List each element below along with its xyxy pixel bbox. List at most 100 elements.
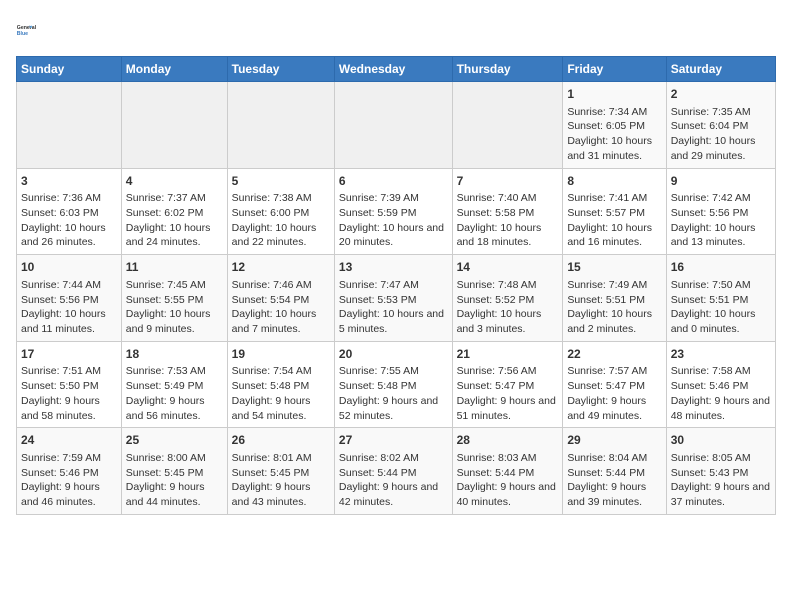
day-info: Daylight: 10 hours and 29 minutes. xyxy=(671,134,771,163)
day-number: 9 xyxy=(671,173,771,190)
day-info: Sunrise: 8:05 AM xyxy=(671,451,771,466)
calendar-cell xyxy=(121,82,227,169)
calendar-cell: 21Sunrise: 7:56 AMSunset: 5:47 PMDayligh… xyxy=(452,341,563,428)
day-info: Daylight: 9 hours and 39 minutes. xyxy=(567,480,661,509)
day-info: Daylight: 9 hours and 44 minutes. xyxy=(126,480,223,509)
day-number: 10 xyxy=(21,259,117,276)
day-number: 17 xyxy=(21,346,117,363)
day-info: Sunset: 6:05 PM xyxy=(567,119,661,134)
day-info: Daylight: 9 hours and 40 minutes. xyxy=(457,480,559,509)
day-info: Sunrise: 7:42 AM xyxy=(671,191,771,206)
day-info: Sunset: 5:48 PM xyxy=(339,379,448,394)
day-info: Daylight: 10 hours and 16 minutes. xyxy=(567,221,661,250)
day-info: Sunrise: 7:37 AM xyxy=(126,191,223,206)
calendar-cell: 25Sunrise: 8:00 AMSunset: 5:45 PMDayligh… xyxy=(121,428,227,515)
day-info: Sunset: 5:56 PM xyxy=(671,206,771,221)
day-number: 20 xyxy=(339,346,448,363)
day-info: Daylight: 9 hours and 43 minutes. xyxy=(232,480,330,509)
day-info: Daylight: 9 hours and 48 minutes. xyxy=(671,394,771,423)
day-info: Sunset: 6:04 PM xyxy=(671,119,771,134)
calendar-cell: 13 Sunrise: 7:47 AMSunset: 5:53 PMDayligh… xyxy=(334,255,452,342)
day-info: Sunrise: 7:50 AM xyxy=(671,278,771,293)
calendar-cell: 20Sunrise: 7:55 AMSunset: 5:48 PMDayligh… xyxy=(334,341,452,428)
calendar-cell: 12 Sunrise: 7:46 AMSunset: 5:54 PMDayligh… xyxy=(227,255,334,342)
day-info: Daylight: 9 hours and 58 minutes. xyxy=(21,394,117,423)
calendar-cell: 16Sunrise: 7:50 AMSunset: 5:51 PMDayligh… xyxy=(666,255,775,342)
day-info: Sunset: 5:47 PM xyxy=(457,379,559,394)
day-info: Sunrise: 7:35 AM xyxy=(671,105,771,120)
day-info: Sunset: 5:51 PM xyxy=(567,293,661,308)
day-number: 24 xyxy=(21,432,117,449)
day-info: Sunset: 5:46 PM xyxy=(671,379,771,394)
day-number: 12 xyxy=(232,259,330,276)
day-info: Sunset: 6:03 PM xyxy=(21,206,117,221)
calendar-cell: 1Sunrise: 7:34 AMSunset: 6:05 PMDaylight… xyxy=(563,82,666,169)
day-info: Daylight: 10 hours and 24 minutes. xyxy=(126,221,223,250)
day-info: Sunset: 5:45 PM xyxy=(126,466,223,481)
day-number: 18 xyxy=(126,346,223,363)
calendar-cell: 11Sunrise: 7:45 AMSunset: 5:55 PMDayligh… xyxy=(121,255,227,342)
day-info: Sunrise: 7:36 AM xyxy=(21,191,117,206)
day-number: 3 xyxy=(21,173,117,190)
day-info: Daylight: 9 hours and 37 minutes. xyxy=(671,480,771,509)
col-header-wednesday: Wednesday xyxy=(334,57,452,82)
day-info: Daylight: 10 hours and 3 minutes. xyxy=(457,307,559,336)
day-info: Daylight: 10 hours and 7 minutes. xyxy=(232,307,330,336)
day-info: Sunrise: 7:44 AM xyxy=(21,278,117,293)
svg-text:Blue: Blue xyxy=(17,31,28,37)
calendar-cell: 19Sunrise: 7:54 AMSunset: 5:48 PMDayligh… xyxy=(227,341,334,428)
day-info: Sunrise: 7:46 AM xyxy=(232,278,330,293)
day-info: Sunset: 6:02 PM xyxy=(126,206,223,221)
day-info: Sunset: 5:46 PM xyxy=(21,466,117,481)
day-info: Sunset: 5:51 PM xyxy=(671,293,771,308)
day-info: Sunrise: 7:39 AM xyxy=(339,191,448,206)
calendar-cell: 9Sunrise: 7:42 AMSunset: 5:56 PMDaylight… xyxy=(666,168,775,255)
calendar-cell: 27Sunrise: 8:02 AMSunset: 5:44 PMDayligh… xyxy=(334,428,452,515)
col-header-tuesday: Tuesday xyxy=(227,57,334,82)
day-info: Sunset: 5:49 PM xyxy=(126,379,223,394)
day-info: Sunrise: 8:01 AM xyxy=(232,451,330,466)
day-number: 13 xyxy=(339,259,448,276)
day-number: 23 xyxy=(671,346,771,363)
logo: General Blue xyxy=(16,16,44,44)
day-info: Sunset: 5:55 PM xyxy=(126,293,223,308)
logo-icon: General Blue xyxy=(16,16,44,44)
calendar-table: SundayMondayTuesdayWednesdayThursdayFrid… xyxy=(16,56,776,515)
calendar-cell: 28Sunrise: 8:03 AMSunset: 5:44 PMDayligh… xyxy=(452,428,563,515)
calendar-cell: 29Sunrise: 8:04 AMSunset: 5:44 PMDayligh… xyxy=(563,428,666,515)
day-info: Sunrise: 7:47 AM xyxy=(339,278,448,293)
col-header-saturday: Saturday xyxy=(666,57,775,82)
day-number: 19 xyxy=(232,346,330,363)
day-info: Daylight: 10 hours and 2 minutes. xyxy=(567,307,661,336)
calendar-cell xyxy=(334,82,452,169)
day-info: Sunrise: 7:41 AM xyxy=(567,191,661,206)
col-header-sunday: Sunday xyxy=(17,57,122,82)
calendar-week-1: 1Sunrise: 7:34 AMSunset: 6:05 PMDaylight… xyxy=(17,82,776,169)
day-info: Sunrise: 7:49 AM xyxy=(567,278,661,293)
calendar-cell: 4Sunrise: 7:37 AMSunset: 6:02 PMDaylight… xyxy=(121,168,227,255)
day-info: Sunrise: 7:58 AM xyxy=(671,364,771,379)
day-info: Sunset: 5:44 PM xyxy=(567,466,661,481)
day-info: Daylight: 10 hours and 11 minutes. xyxy=(21,307,117,336)
calendar-cell: 10Sunrise: 7:44 AMSunset: 5:56 PMDayligh… xyxy=(17,255,122,342)
calendar-cell: 3Sunrise: 7:36 AMSunset: 6:03 PMDaylight… xyxy=(17,168,122,255)
calendar-cell: 15Sunrise: 7:49 AMSunset: 5:51 PMDayligh… xyxy=(563,255,666,342)
calendar-week-5: 24Sunrise: 7:59 AMSunset: 5:46 PMDayligh… xyxy=(17,428,776,515)
day-info: Daylight: 10 hours and 5 minutes. xyxy=(339,307,448,336)
page-header: General Blue xyxy=(16,16,776,44)
day-info: Sunset: 5:53 PM xyxy=(339,293,448,308)
day-info: Sunrise: 7:40 AM xyxy=(457,191,559,206)
svg-text:General: General xyxy=(17,25,37,31)
calendar-cell xyxy=(452,82,563,169)
day-info: Daylight: 10 hours and 26 minutes. xyxy=(21,221,117,250)
day-info: Daylight: 9 hours and 52 minutes. xyxy=(339,394,448,423)
day-info: Sunrise: 7:55 AM xyxy=(339,364,448,379)
calendar-cell: 7Sunrise: 7:40 AMSunset: 5:58 PMDaylight… xyxy=(452,168,563,255)
day-info: Sunrise: 8:02 AM xyxy=(339,451,448,466)
day-info: Sunset: 5:54 PM xyxy=(232,293,330,308)
day-info: Sunrise: 7:45 AM xyxy=(126,278,223,293)
day-info: Sunset: 5:50 PM xyxy=(21,379,117,394)
day-number: 2 xyxy=(671,86,771,103)
col-header-thursday: Thursday xyxy=(452,57,563,82)
calendar-cell: 2 Sunrise: 7:35 AMSunset: 6:04 PMDaylight… xyxy=(666,82,775,169)
